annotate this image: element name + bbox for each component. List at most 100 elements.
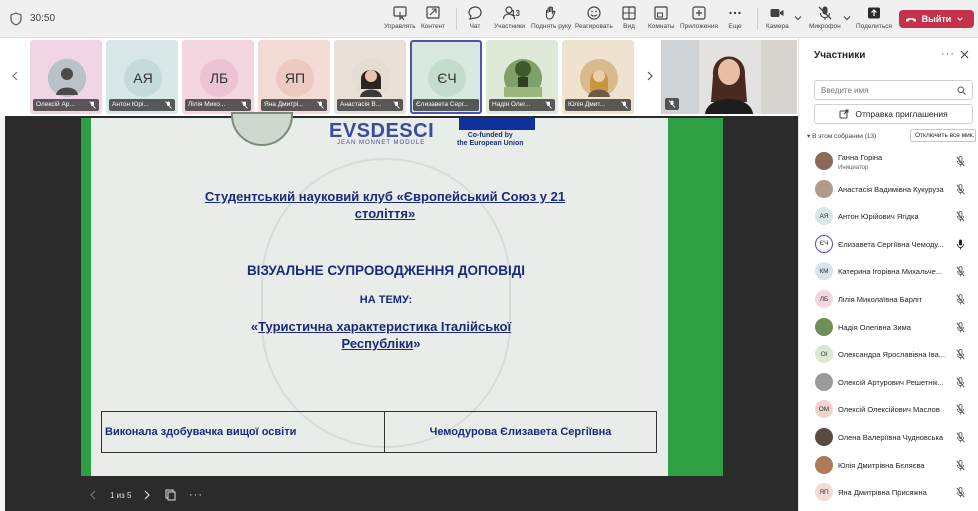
mic-options-chevron-icon[interactable] [843, 14, 851, 22]
chevron-right-icon[interactable] [647, 71, 653, 81]
breakout-rooms-button[interactable]: Комнаты [648, 5, 675, 35]
project-subtitle: JEAN MONNET MODULE [337, 140, 426, 146]
participant-name: Антон Юрійович Ягідка [838, 212, 919, 222]
video-tile-yelyzaveta[interactable]: ЄЧ Єлизавета Серг... [410, 40, 482, 114]
participant-row[interactable]: ЛБ Лілія Миколаївна Барліт [799, 286, 978, 313]
send-invite-button[interactable]: Отправка приглашения [814, 104, 973, 124]
participant-row[interactable]: ЄЧ Єлизавета Сергіївна Чемоду... [799, 231, 978, 258]
mic-off-icon [668, 100, 676, 108]
search-icon [957, 86, 966, 95]
participants-panel: Участники ··· Введите имя Отправка пригл… [798, 38, 978, 511]
chat-button[interactable]: Чат [467, 5, 483, 35]
avatar [815, 372, 833, 391]
person-photo-icon [48, 59, 86, 97]
participant-name: Олександра Ярославівна Іва... [838, 350, 946, 360]
participant-row[interactable]: ОІ Олександра Ярославівна Іва... [799, 341, 978, 368]
participant-name: Надія Олег... [492, 101, 531, 108]
participants-button[interactable]: Участники [494, 5, 525, 35]
avatar [815, 428, 833, 446]
leave-button[interactable]: Выйти [899, 10, 974, 28]
avatar [815, 317, 833, 336]
avatar: ЄЧ [428, 59, 466, 97]
participant-row[interactable]: ЯП Яна Дмитрівна Присяжна [799, 479, 978, 506]
slide-sorter-icon[interactable] [165, 489, 176, 501]
content-button[interactable]: Контент [421, 5, 445, 35]
participant-row[interactable]: ОМ Олексій Олексійович Маслов [799, 396, 978, 423]
participant-name: Юлія Дмитрівна Бєляєва [838, 460, 925, 470]
previous-slide-icon[interactable] [90, 490, 96, 500]
video-tile-yuliia[interactable]: Юлія Дмит... [562, 40, 634, 114]
report-topic: «Туристична характеристика Італійської Р… [250, 319, 512, 351]
participant-row[interactable]: Юлія Дмитрівна Бєляєва [799, 452, 978, 479]
participant-row[interactable]: Ганна Горіна Инициатор [799, 148, 978, 175]
avatar [48, 59, 86, 97]
participant-row[interactable]: Анастасія Вадимівна Кукуруза [799, 176, 978, 203]
author-table: Виконала здобувачка вищої освіти Чемодур… [101, 411, 657, 453]
participant-name: Надія Олегівна Зима [838, 322, 911, 332]
participant-name: Антон Юрі... [112, 101, 149, 108]
share-icon [867, 7, 880, 19]
university-seal-logo [231, 112, 293, 146]
avatar: ОІ [815, 345, 833, 364]
microphone-button[interactable]: Микрофон [809, 5, 841, 35]
emoji-icon [587, 6, 601, 20]
video-tile-yana[interactable]: ЯП Яна Дмитрі... [258, 40, 330, 114]
camera-icon [770, 9, 784, 17]
camera-options-chevron-icon[interactable] [794, 14, 802, 22]
avatar: ЛБ [815, 290, 833, 308]
mic-off-icon [956, 487, 965, 498]
shield-icon [10, 12, 22, 26]
author-name-cell: Чемодурова Єлизавета Сергіївна [429, 426, 612, 438]
stage-background [723, 116, 798, 511]
more-icon [729, 11, 741, 15]
apps-button[interactable]: Приложения [680, 5, 718, 35]
in-meeting-section-header[interactable]: ▾ В этом собрании (13) [807, 132, 876, 140]
video-tile-anastasiia[interactable]: Анастасія В... [334, 40, 406, 114]
mic-off-icon [545, 101, 552, 109]
participant-role: Инициатор [838, 165, 869, 171]
mic-off-icon [956, 266, 965, 277]
react-button[interactable]: Реагировать [575, 5, 613, 35]
more-button[interactable]: Еще [727, 5, 743, 35]
raise-hand-icon [546, 6, 556, 20]
participant-row[interactable]: Надія Олегівна Зима [799, 314, 978, 341]
manage-button[interactable]: Управлять [384, 5, 416, 35]
video-tile-anton[interactable]: АЯ Антон Юрі... [106, 40, 178, 114]
avatar: ЯП [276, 59, 314, 97]
participant-name: Анастасія В... [340, 101, 382, 108]
participant-row[interactable]: Олексій Артурович Решетнік... [799, 369, 978, 396]
teams-meeting-window: 30:50 Управлять Контент Чат Участники 13… [0, 0, 978, 511]
video-tile-liliia[interactable]: ЛБ Лілія Мико... [182, 40, 254, 114]
close-icon[interactable] [960, 50, 969, 59]
share-button[interactable]: Поделиться [856, 5, 892, 35]
camera-button[interactable]: Камера [766, 5, 789, 35]
participant-name: Єлизавета Серг... [416, 101, 469, 108]
grid-view-icon [622, 6, 636, 20]
slide-more-options-icon[interactable]: ··· [189, 489, 203, 501]
panel-more-icon[interactable]: ··· [941, 48, 955, 60]
participant-row[interactable]: КМ Катерина Ігорівна Михальче... [799, 258, 978, 285]
avatar: ЛБ [200, 59, 238, 97]
video-tile-nadiia[interactable]: Надія Олег... [486, 40, 558, 114]
self-video-preview[interactable] [661, 40, 797, 114]
view-button[interactable]: Вид [621, 5, 637, 35]
mic-off-icon [956, 376, 965, 388]
chat-icon [468, 6, 482, 20]
participant-search-input[interactable]: Введите имя [814, 80, 973, 100]
raise-hand-button[interactable]: Поднять руку [531, 5, 571, 35]
eu-cofunded-label: Co-funded by the European Union [457, 132, 524, 147]
participant-row[interactable]: АЯ Антон Юрійович Ягідка [799, 203, 978, 230]
video-tile-oleksii[interactable]: Олексій Ар... [30, 40, 102, 114]
slide-page-indicator: 1 из 5 [110, 491, 132, 500]
meeting-timer: 30:50 [30, 13, 56, 24]
avatar [352, 59, 390, 97]
slide-green-border-left [81, 118, 91, 476]
mic-off-icon [393, 101, 400, 109]
chevron-left-icon[interactable] [12, 71, 18, 81]
presentation-slide: EVSDESCI JEAN MONNET MODULE Co-funded by… [81, 112, 724, 476]
mute-all-button[interactable]: Отключить все мик... [910, 129, 976, 142]
mic-off-icon [956, 321, 965, 333]
avatar [504, 59, 542, 97]
next-slide-icon[interactable] [144, 490, 150, 500]
participant-row[interactable]: Олена Валеріївна Чудновська [799, 424, 978, 451]
